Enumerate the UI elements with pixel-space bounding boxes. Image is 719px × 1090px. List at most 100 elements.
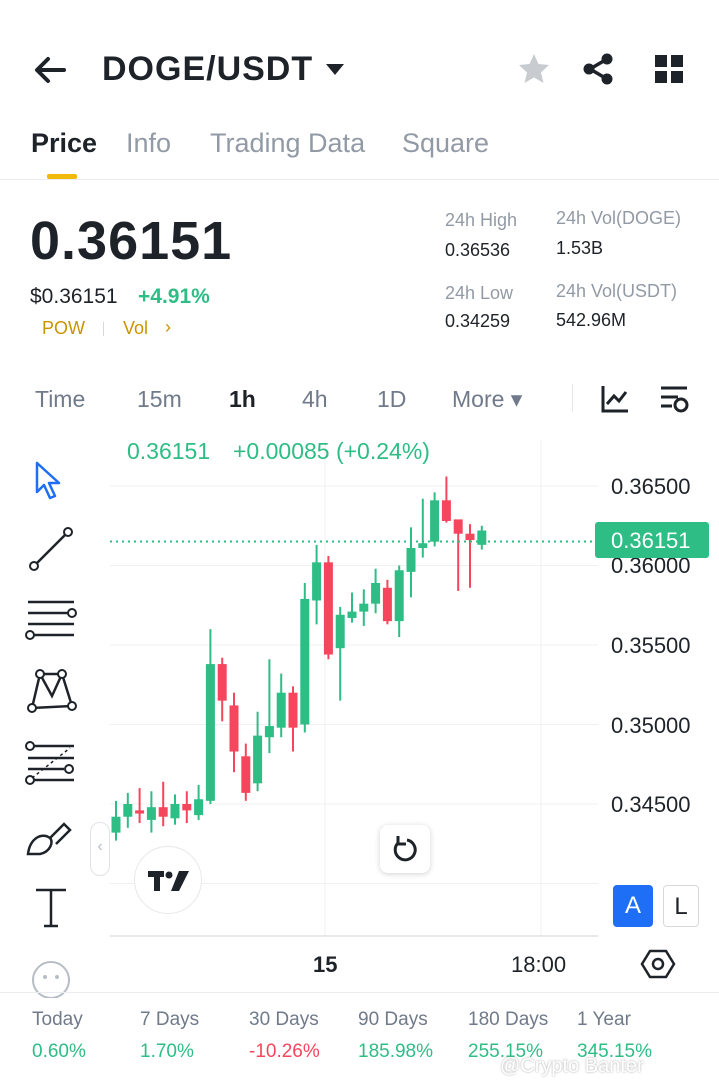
candle <box>135 788 145 824</box>
cursor-tool-icon[interactable] <box>24 458 78 508</box>
candlestick-chart[interactable] <box>0 430 719 990</box>
trendline-tool-icon[interactable] <box>24 524 78 574</box>
reset-chart-button[interactable] <box>380 825 430 873</box>
candle <box>146 791 156 833</box>
y-tick-label: 0.36500 <box>611 474 691 499</box>
candle <box>241 743 251 801</box>
perf-label: 1 Year <box>577 1009 631 1030</box>
horizontal-lines-tool-icon[interactable] <box>24 596 78 646</box>
candle-body <box>323 562 333 655</box>
candle <box>441 476 451 523</box>
interval-bar: Time 15m 1h 4h 1D More ▾ <box>0 370 719 430</box>
candle-body <box>205 664 215 801</box>
y-tick-label: 0.34500 <box>611 792 691 817</box>
interval-4h[interactable]: 4h <box>302 386 328 413</box>
tag-pow[interactable]: POW <box>42 318 85 339</box>
perf-label: 90 Days <box>358 1009 428 1030</box>
tag-vol[interactable]: Vol <box>123 318 148 339</box>
candle <box>205 629 215 804</box>
change-percent: +4.91% <box>138 285 210 308</box>
tag-divider <box>103 322 104 336</box>
tradingview-logo-icon <box>148 871 189 891</box>
tab-square[interactable]: Square <box>402 128 489 159</box>
candle <box>347 592 357 623</box>
text-tool-icon[interactable] <box>24 884 78 934</box>
candle-body <box>217 664 227 701</box>
perf-value: 1.70% <box>140 1041 194 1062</box>
perf-label: 30 Days <box>249 1009 319 1030</box>
indicator-icon[interactable] <box>600 384 630 414</box>
collapse-toolbar-button[interactable]: ‹ <box>90 822 110 876</box>
perf-value: 0.60% <box>32 1041 86 1062</box>
candle-body <box>300 598 310 725</box>
fib-retracement-tool-icon[interactable] <box>24 740 78 790</box>
candle <box>217 657 227 722</box>
candle-body <box>406 548 416 572</box>
candle <box>111 800 121 841</box>
candle-body <box>170 804 180 819</box>
x-tick-label: 15 <box>313 952 338 977</box>
tab-trading-data[interactable]: Trading Data <box>210 128 365 159</box>
candle-body <box>253 735 263 784</box>
stat-vol-quote-value: 542.96M <box>556 310 627 330</box>
hexagon-settings-icon[interactable] <box>640 946 676 982</box>
candle-body <box>288 692 298 728</box>
perf-value: 185.98% <box>358 1041 434 1062</box>
pair-title[interactable]: DOGE/USDT <box>102 50 313 89</box>
candle <box>335 606 345 701</box>
grid-menu-icon[interactable] <box>652 52 686 86</box>
chart-header-price: 0.36151 <box>127 438 211 464</box>
candle-body <box>158 807 168 817</box>
candle-body <box>430 500 440 542</box>
back-arrow-icon[interactable] <box>30 52 70 88</box>
candle-body <box>441 500 451 521</box>
tab-info[interactable]: Info <box>126 128 171 159</box>
candle <box>276 673 286 738</box>
tab-price[interactable]: Price <box>31 128 97 159</box>
chevron-right-icon[interactable]: › <box>165 317 171 338</box>
candle-body <box>453 519 463 534</box>
candle-body <box>312 562 322 601</box>
interval-more[interactable]: More ▾ <box>452 386 522 413</box>
candle <box>312 544 322 625</box>
interval-1d[interactable]: 1D <box>377 386 406 413</box>
candle-body <box>241 756 251 793</box>
candle-body <box>394 570 404 622</box>
interval-15m[interactable]: 15m <box>137 386 182 413</box>
candle-body <box>347 611 357 618</box>
y-tick-label: 0.35500 <box>611 633 691 658</box>
stat-low-label: 24h Low <box>445 283 514 303</box>
interval-time[interactable]: Time <box>35 386 85 413</box>
perf-label: Today <box>32 1009 83 1030</box>
candle-body <box>111 816 121 833</box>
chart-header-change: +0.00085 (+0.24%) <box>233 438 430 464</box>
candle-body <box>335 614 345 649</box>
candle <box>123 792 133 828</box>
candles <box>111 476 487 841</box>
brush-tool-icon[interactable] <box>24 812 78 862</box>
stat-vol-base-value: 1.53B <box>556 238 604 258</box>
log-scale-button[interactable]: L <box>663 885 699 927</box>
active-tab-indicator <box>47 174 77 179</box>
candle <box>371 568 381 614</box>
interval-1h[interactable]: 1h <box>229 386 256 413</box>
usd-price: $0.36151 <box>30 285 118 308</box>
share-icon[interactable] <box>580 50 618 88</box>
auto-scale-button[interactable]: A <box>613 885 653 927</box>
candle-body <box>135 810 145 814</box>
candle <box>194 784 204 820</box>
y-tick-label: 0.35000 <box>611 713 691 738</box>
star-icon[interactable] <box>515 50 553 88</box>
tab-bar: Price Info Trading Data Square <box>0 120 719 180</box>
caret-down-icon[interactable] <box>325 62 345 76</box>
candle <box>229 692 239 773</box>
candle <box>359 589 369 626</box>
candle <box>465 524 475 588</box>
candle-body <box>276 692 286 728</box>
pattern-tool-icon[interactable] <box>24 666 78 716</box>
refresh-icon <box>393 836 417 862</box>
perf-label: 7 Days <box>140 1009 200 1030</box>
candle-body <box>123 804 133 817</box>
candle <box>477 525 487 550</box>
chart-settings-icon[interactable] <box>658 384 690 414</box>
